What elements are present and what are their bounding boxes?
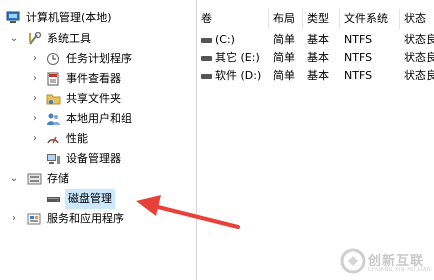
watermark-subtext: CHUANG XIN HU LIAN — [368, 267, 432, 273]
red-arrow-annotation — [136, 195, 240, 229]
watermark: 创新互联 CHUANG XIN HU LIAN — [338, 240, 434, 280]
watermark-logo-icon — [340, 248, 366, 274]
